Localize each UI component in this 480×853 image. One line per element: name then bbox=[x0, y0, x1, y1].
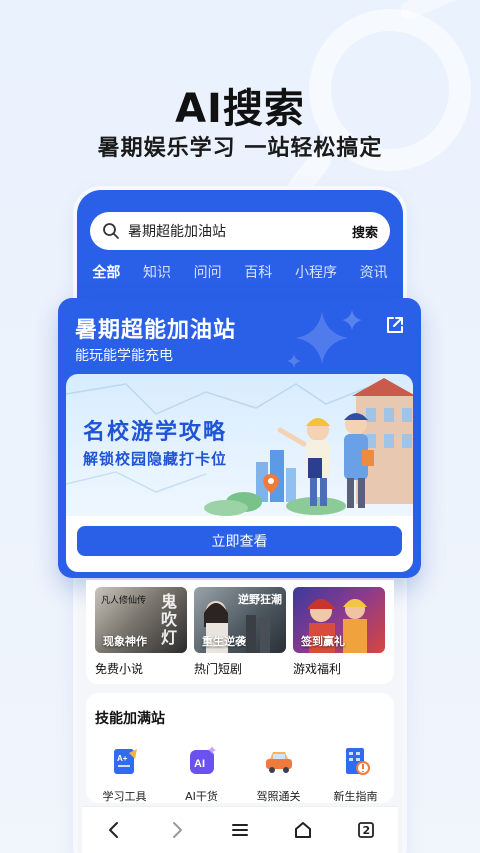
ai-badge-icon: AI bbox=[189, 746, 216, 774]
skills-card: 技能加满站 A+ 学习工具 AI AI干货 驾照通关 新生指南 bbox=[86, 693, 394, 803]
thumbnail-novel-title: 凡人修仙传 bbox=[101, 596, 147, 606]
menu-button[interactable] bbox=[222, 812, 258, 848]
search-query: 暑期超能加油站 bbox=[128, 224, 226, 240]
skill-freshman-guide[interactable]: 新生指南 bbox=[323, 745, 389, 804]
novel-thumbnail: 凡人修仙传 鬼吹灯 现象神作 bbox=[95, 587, 187, 653]
hero-subtitle: 暑期娱乐学习 一站轻松搞定 bbox=[97, 136, 383, 161]
menu-icon bbox=[231, 824, 248, 836]
tab-knowledge[interactable]: 知识 bbox=[143, 262, 171, 292]
media-label: 热门短剧 bbox=[194, 662, 243, 676]
thumb-tag: 签到赢礼 bbox=[301, 635, 345, 648]
thumbnail-ghost-lamp-title: 鬼吹灯 bbox=[161, 592, 178, 647]
promo-title: 暑期超能加油站 bbox=[75, 318, 237, 343]
forward-button[interactable] bbox=[159, 812, 195, 848]
search-button[interactable]: 搜索 bbox=[352, 222, 378, 241]
share-icon[interactable] bbox=[385, 315, 405, 335]
building-guide-icon bbox=[345, 748, 370, 775]
skills-list: A+ 学习工具 AI AI干货 驾照通关 新生指南 bbox=[86, 745, 394, 804]
phone-header: 暑期超能加油站 搜索 全部 知识 问问 百科 小程序 资讯 bbox=[77, 190, 403, 310]
thumbnail-drama-title: 逆野狂潮 bbox=[238, 593, 282, 606]
chevron-left-icon bbox=[108, 822, 118, 838]
bottom-navigation-bar: 2 bbox=[82, 806, 398, 853]
tab-all[interactable]: 全部 bbox=[92, 262, 120, 292]
thumb-tag: 现象神作 bbox=[103, 635, 147, 648]
skill-driving-license[interactable]: 驾照通关 bbox=[246, 745, 312, 804]
skills-title: 技能加满站 bbox=[95, 711, 165, 727]
skill-label: 新生指南 bbox=[333, 790, 378, 803]
hero-title: AI搜索 bbox=[175, 86, 305, 132]
media-item-drama[interactable]: 逆野狂潮 重生逆袭 热门短剧 bbox=[194, 587, 286, 684]
promo-card[interactable]: 暑期超能加油站 能玩能学能充电 名校游学攻略 解锁校园隐藏打卡位 立即查看 bbox=[58, 298, 421, 578]
skill-ai-tips[interactable]: AI AI干货 bbox=[169, 745, 235, 804]
back-button[interactable] bbox=[96, 812, 132, 848]
tab-mini-program[interactable]: 小程序 bbox=[295, 262, 337, 292]
banner-subtitle: 解锁校园隐藏打卡位 bbox=[83, 450, 228, 468]
drama-thumbnail: 逆野狂潮 重生逆袭 bbox=[194, 587, 286, 653]
skill-label: 驾照通关 bbox=[256, 790, 301, 803]
promo-banner[interactable]: 名校游学攻略 解锁校园隐藏打卡位 bbox=[66, 374, 413, 516]
thumb-tag: 重生逆袭 bbox=[202, 635, 246, 648]
search-icon bbox=[103, 223, 119, 239]
tab-ask[interactable]: 问问 bbox=[194, 262, 222, 292]
tab-news[interactable]: 资讯 bbox=[360, 262, 388, 292]
tab-encyclopedia[interactable]: 百科 bbox=[244, 262, 272, 292]
skill-label: 学习工具 bbox=[102, 790, 147, 803]
car-icon bbox=[265, 752, 292, 773]
home-icon bbox=[295, 822, 312, 838]
media-item-novel[interactable]: 凡人修仙传 鬼吹灯 现象神作 免费小说 bbox=[95, 587, 187, 684]
promo-subtitle: 能玩能学能充电 bbox=[75, 348, 173, 364]
home-button[interactable] bbox=[285, 812, 321, 848]
sparkle-icon bbox=[287, 310, 362, 368]
chevron-right-icon bbox=[172, 822, 182, 838]
svg-text:AI: AI bbox=[194, 758, 205, 770]
media-label: 游戏福利 bbox=[293, 662, 342, 676]
search-input[interactable]: 暑期超能加油站 搜索 bbox=[90, 212, 390, 250]
skill-label: AI干货 bbox=[185, 790, 218, 803]
study-notebook-icon: A+ bbox=[113, 749, 137, 774]
view-now-button[interactable]: 立即查看 bbox=[77, 526, 402, 556]
svg-text:A+: A+ bbox=[117, 754, 128, 763]
media-label: 免费小说 bbox=[95, 662, 144, 676]
skill-study-tools[interactable]: A+ 学习工具 bbox=[92, 745, 158, 804]
media-section: 凡人修仙传 鬼吹灯 现象神作 免费小说 逆野狂潮 重生逆袭 热门短剧 签到赢礼 … bbox=[86, 580, 394, 684]
tabs-button[interactable]: 2 bbox=[348, 812, 384, 848]
media-item-game[interactable]: 签到赢礼 游戏福利 bbox=[293, 587, 385, 684]
game-thumbnail: 签到赢礼 bbox=[293, 587, 385, 653]
tab-count: 2 bbox=[362, 823, 371, 837]
tab-bar: 全部 知识 问问 百科 小程序 资讯 bbox=[77, 262, 403, 292]
banner-title: 名校游学攻略 bbox=[83, 420, 228, 445]
